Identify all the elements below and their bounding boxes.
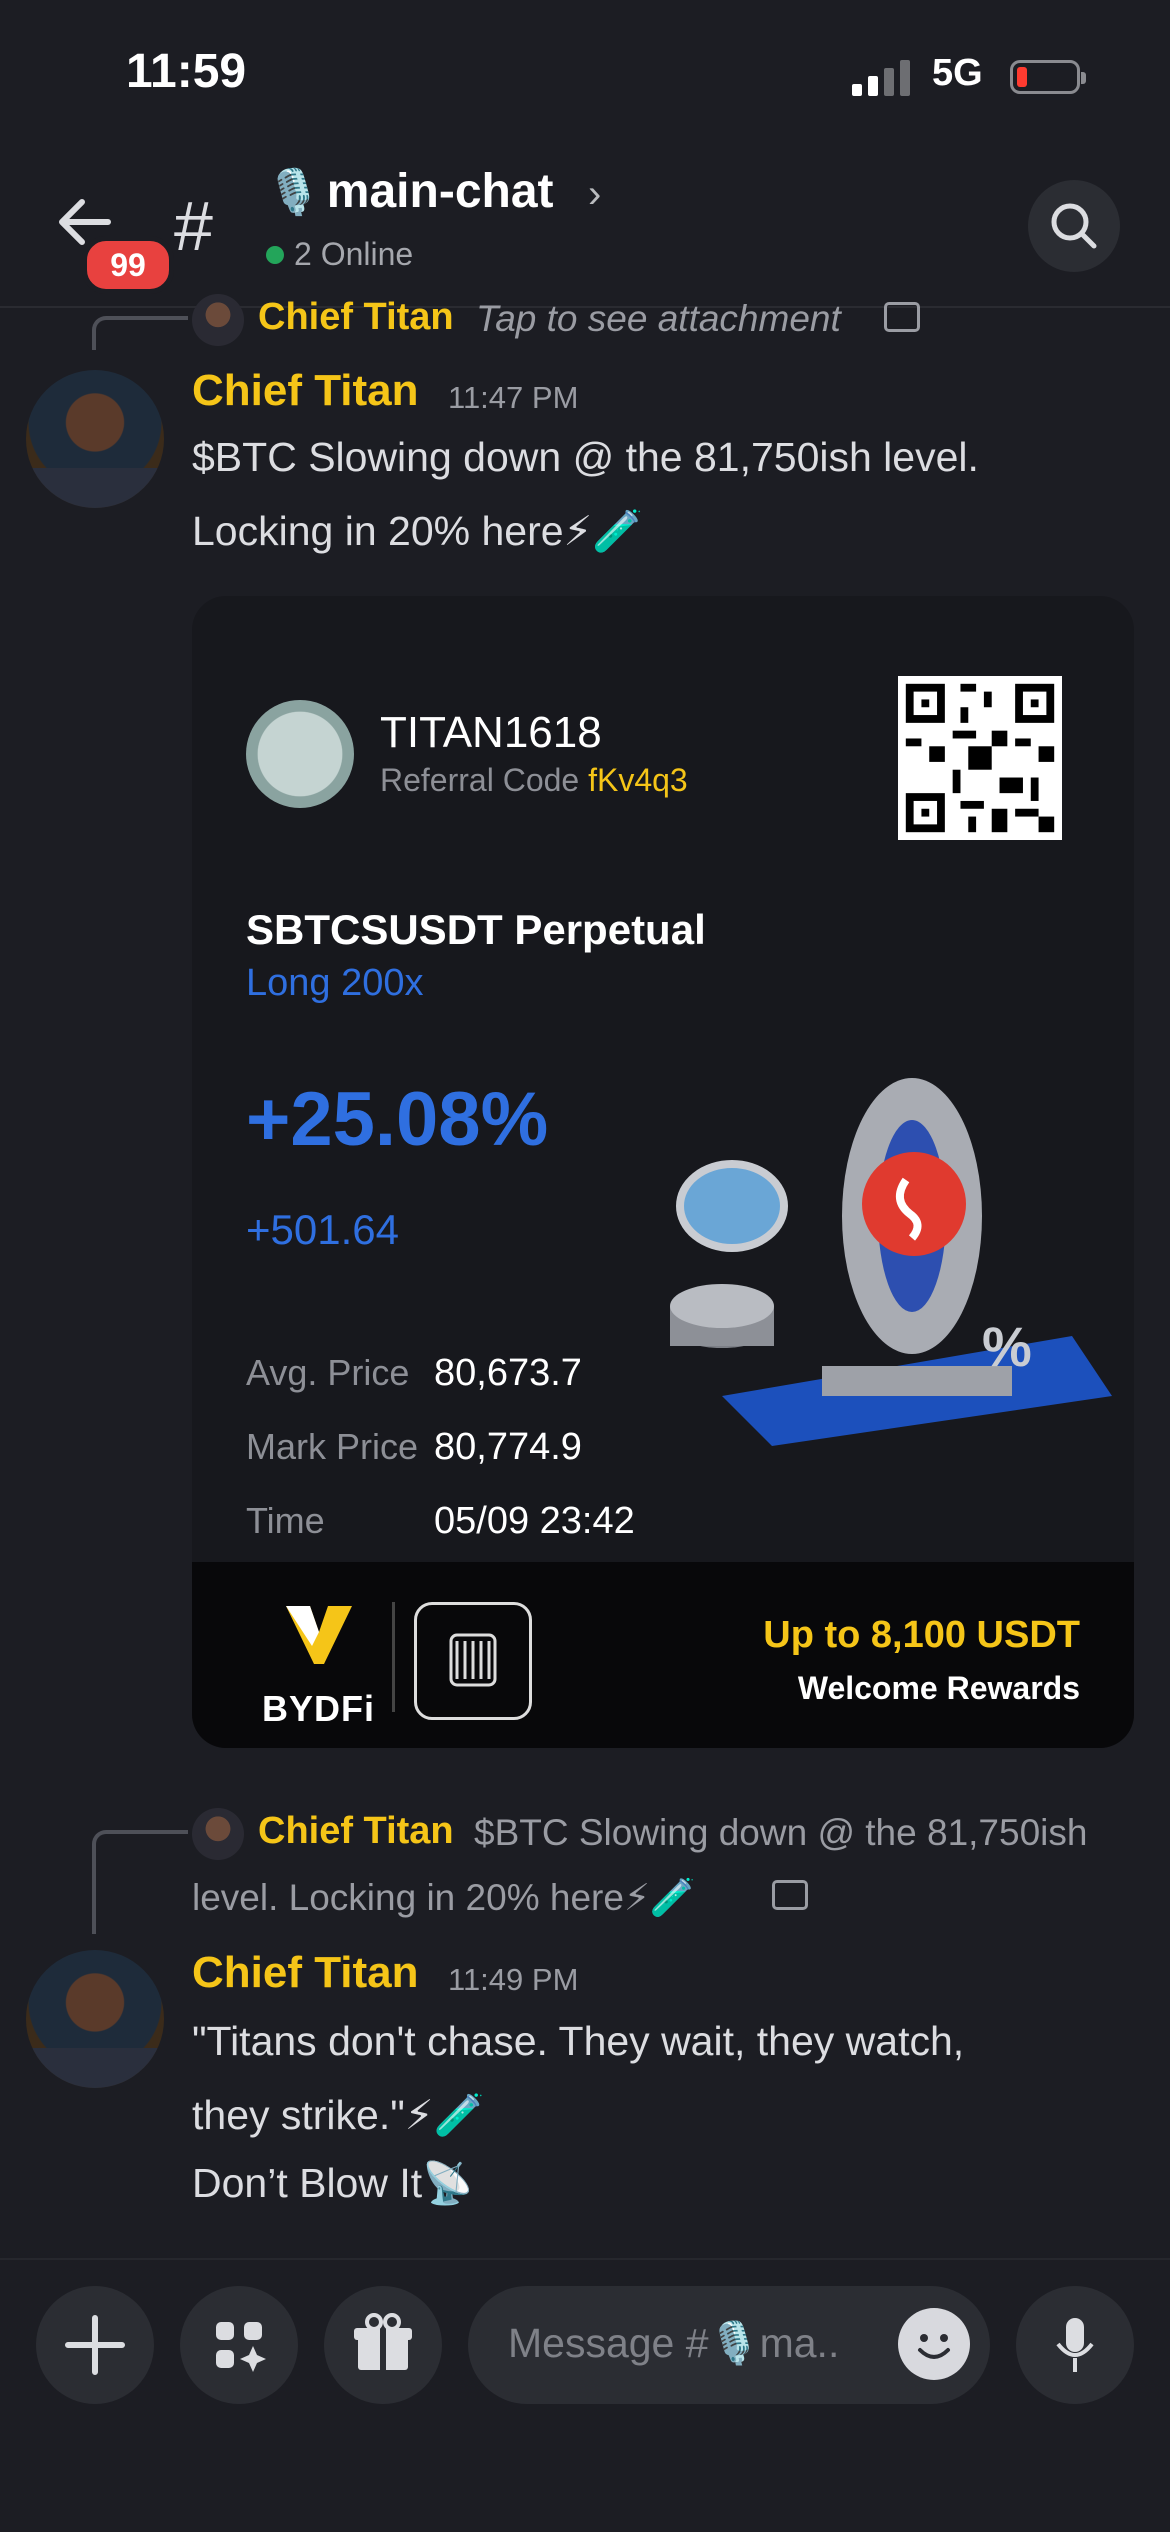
online-status: 2 Online: [266, 236, 413, 273]
reply-preview[interactable]: Tap to see attachment: [476, 298, 841, 340]
qr-code-icon: [898, 676, 1062, 840]
referral-code: fKv4q3: [588, 762, 688, 798]
reply-author[interactable]: Chief Titan: [258, 1810, 454, 1853]
gift-icon: [354, 2313, 412, 2370]
status-time: 11:59: [126, 45, 247, 98]
avatar[interactable]: [26, 1950, 164, 2088]
message-line: Locking in 20% here⚡🧪: [192, 494, 643, 568]
message-line: $BTC Slowing down @ the 81,750ish level.: [192, 434, 979, 480]
battery-icon: [1010, 60, 1086, 94]
message-emojis: ⚡🧪: [563, 508, 644, 554]
reply-connector: [92, 316, 188, 350]
message-line: they strike."⚡🧪: [192, 2078, 485, 2152]
reply-preview-text: level. Locking in 20% here: [192, 1877, 624, 1918]
reply-preview[interactable]: $BTC Slowing down @ the 81,750ish: [474, 1812, 1087, 1854]
online-dot-icon: [266, 245, 284, 264]
referral-label: Referral Code: [380, 762, 580, 798]
card-promo-banner: BYDFi Up to 8,100 USDT Welcome Rewards: [192, 1562, 1134, 1748]
apps-button[interactable]: [180, 2286, 298, 2404]
promo-subtitle: Welcome Rewards: [797, 1670, 1080, 1706]
microphone-icon: [1056, 2318, 1094, 2372]
pnl-percent: +25.08%: [246, 1077, 549, 1162]
avatar[interactable]: [26, 370, 164, 508]
position-side: Long 200x: [246, 962, 424, 1004]
microphone-icon: 🎙️: [266, 167, 321, 217]
gift-button[interactable]: [324, 2286, 442, 2404]
message-author[interactable]: Chief Titan: [192, 1948, 419, 1998]
avg-price-value: 80,673.7: [434, 1352, 582, 1394]
satellite-emoji: 📡: [422, 2160, 474, 2206]
chevron-right-icon[interactable]: ›: [588, 172, 601, 217]
zero-fee-illustration: %: [670, 1078, 1112, 1446]
channel-name: main-chat: [326, 165, 554, 218]
message-emojis: ⚡🧪: [404, 2092, 485, 2138]
plus-icon: [65, 2315, 125, 2375]
channel-title[interactable]: 🎙️ main-chat: [266, 164, 554, 219]
brand-name: BYDFi: [262, 1688, 375, 1729]
reply-emojis: ⚡🧪: [623, 1877, 696, 1918]
message-line: "Titans don't chase. They wait, they wat…: [192, 2018, 965, 2064]
pnl-share-card[interactable]: TITAN1618 Referral Code fKv4q3 SBTCSUSDT…: [192, 596, 1134, 1748]
image-icon: [884, 302, 920, 332]
search-button[interactable]: [1028, 180, 1120, 272]
emoji-button[interactable]: [898, 2308, 970, 2380]
pnl-amount: +501.64: [246, 1206, 399, 1253]
mark-price-label: Mark Price: [246, 1426, 419, 1467]
svg-text:%: %: [982, 1315, 1032, 1378]
logo-divider: [392, 1602, 395, 1712]
reply-avatar[interactable]: [192, 294, 244, 346]
sparkle-apps-icon: [216, 2322, 266, 2372]
referrer-avatar: [246, 700, 354, 808]
referral-line: Referral Code fKv4q3: [380, 762, 688, 799]
signal-icon: [852, 60, 914, 96]
message-timestamp: 11:49 PM: [448, 1962, 579, 1997]
message-line-text: Locking in 20% here: [192, 508, 564, 554]
message-author[interactable]: Chief Titan: [192, 366, 419, 416]
mark-price-value: 80,774.9: [434, 1426, 582, 1468]
network-label: 5G: [932, 52, 983, 94]
channel-hash-icon: #: [174, 187, 213, 265]
trading-pair: SBTCSUSDT Perpetual: [246, 906, 706, 953]
message-line-text: Don’t Blow It: [192, 2160, 423, 2206]
message-line: Don’t Blow It📡: [192, 2146, 473, 2220]
reply-connector: [92, 1830, 188, 1934]
online-count: 2 Online: [294, 236, 414, 272]
club-crest-icon: [414, 1602, 532, 1720]
voice-message-button[interactable]: [1016, 2286, 1134, 2404]
avg-price-label: Avg. Price: [246, 1352, 410, 1393]
add-attachment-button[interactable]: [36, 2286, 154, 2404]
referrer-username: TITAN1618: [380, 708, 602, 757]
message-placeholder: Message #🎙️ma..: [508, 2320, 840, 2366]
bydfi-logo-icon: [286, 1606, 352, 1664]
promo-amount: Up to 8,100 USDT: [763, 1614, 1080, 1656]
time-label: Time: [246, 1500, 325, 1541]
reply-author[interactable]: Chief Titan: [258, 296, 454, 339]
message-timestamp: 11:47 PM: [448, 380, 579, 415]
time-value: 05/09 23:42: [434, 1500, 635, 1542]
search-icon: [1051, 203, 1097, 249]
unread-badge: 99: [82, 236, 174, 294]
message-line-text: they strike.": [192, 2092, 405, 2138]
reply-preview-line2[interactable]: level. Locking in 20% here⚡🧪: [192, 1876, 696, 1920]
reply-avatar[interactable]: [192, 1808, 244, 1860]
smiley-icon: [918, 2334, 950, 2359]
composer-divider: [0, 2258, 1170, 2260]
image-icon: [772, 1880, 808, 1910]
